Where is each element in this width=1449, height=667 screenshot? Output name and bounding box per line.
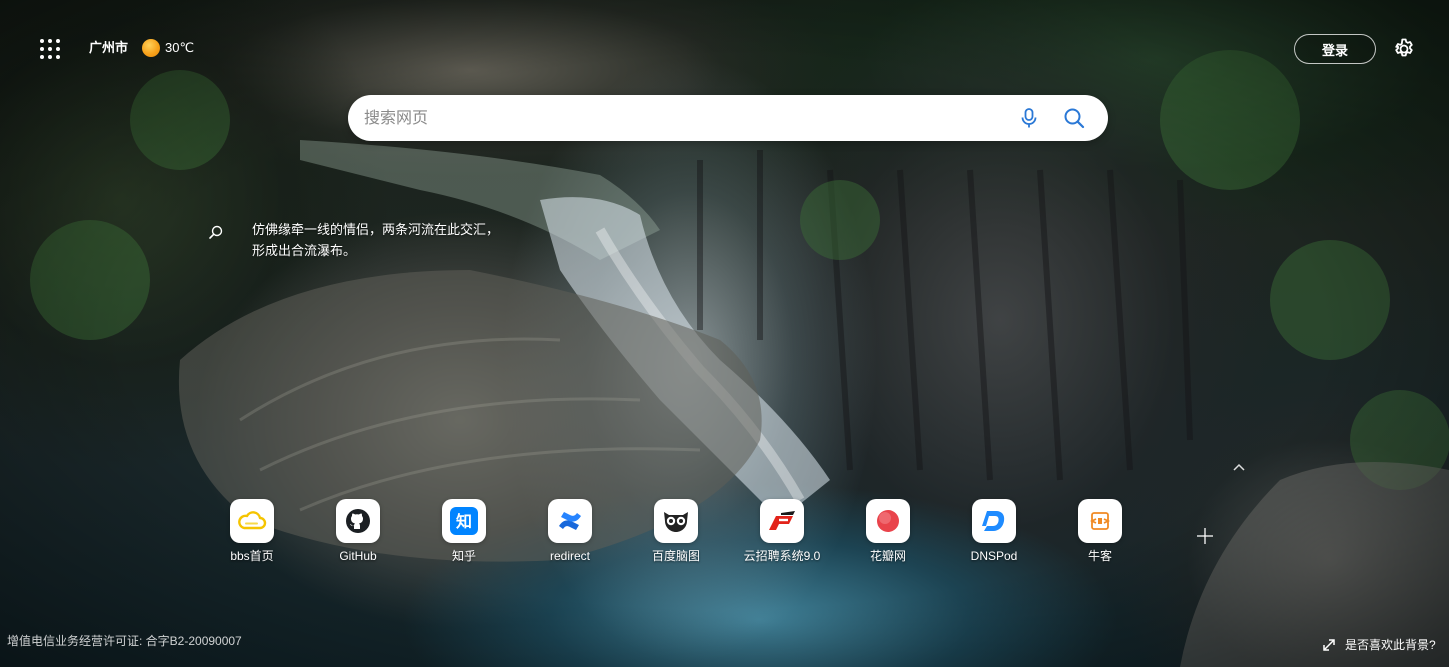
shortcut-label: 百度脑图 [651, 549, 700, 563]
shortcut-label: 云招聘系统9.0 [743, 549, 821, 563]
github-icon [336, 499, 380, 543]
microphone-icon[interactable] [1018, 107, 1040, 129]
shortcut-bbs[interactable]: bbs首页 [218, 499, 286, 569]
confluence-icon [548, 499, 592, 543]
magnifier-icon-graphic [209, 225, 223, 239]
shortcut-nowcoder[interactable]: 牛客 [1066, 499, 1134, 569]
owl-logo-graphic [664, 512, 688, 532]
shortcut-label: 知乎 [451, 549, 476, 563]
shortcut-label: GitHub [339, 549, 377, 563]
gear-icon[interactable] [1392, 37, 1416, 61]
shortcut-recruit[interactable]: 云招聘系统9.0 [744, 499, 820, 569]
zhihu-logo-graphic: 知 [450, 507, 478, 535]
dot [56, 39, 60, 43]
temperature[interactable]: 30℃ [165, 40, 194, 56]
recruit-logo-icon [760, 499, 804, 543]
huaban-icon [866, 499, 910, 543]
zhihu-icon: 知 [442, 499, 486, 543]
shortcut-label: 花瓣网 [869, 549, 906, 563]
chevron-up-icon-graphic [1233, 463, 1245, 471]
shortcut-redirect[interactable]: redirect [536, 499, 604, 569]
license-text[interactable]: 增值电信业务经营许可证: 合字B2-20090007 [7, 634, 242, 648]
photo-caption[interactable]: 仿佛缘牵一线的情侣，两条河流在此交汇，形成出合流瀑布。 [252, 219, 502, 261]
owl-icon [654, 499, 698, 543]
shortcut-zhihu[interactable]: 知 知乎 [430, 499, 498, 569]
dot [48, 55, 52, 59]
dot [40, 47, 44, 51]
search-input[interactable] [362, 95, 1006, 143]
dnspod-logo-graphic [982, 511, 1005, 531]
shortcut-label: bbs首页 [230, 549, 274, 563]
expand-icon[interactable] [1322, 638, 1336, 652]
gear-icon-graphic [1395, 38, 1413, 57]
login-button[interactable]: 登录 [1294, 34, 1376, 64]
nowcoder-icon [1078, 499, 1122, 543]
dot [48, 39, 52, 43]
chevron-up-icon[interactable] [1231, 460, 1247, 472]
shortcut-github[interactable]: GitHub [324, 499, 392, 569]
dot [56, 47, 60, 51]
search-box [348, 95, 1108, 143]
shortcut-dnspod[interactable]: DNSPod [960, 499, 1028, 569]
shortcut-baidu-naotu[interactable]: 百度脑图 [642, 499, 710, 569]
shortcut-label: 牛客 [1087, 549, 1112, 563]
apps-grid-icon[interactable] [40, 39, 60, 59]
dnspod-icon [972, 499, 1016, 543]
plus-icon-graphic [1197, 528, 1213, 544]
svg-text:知: 知 [456, 512, 472, 531]
search-icon-graphic [1064, 108, 1085, 129]
city-name[interactable]: 广州市 [89, 40, 128, 56]
dot [40, 55, 44, 59]
plus-icon[interactable] [1196, 527, 1214, 545]
shortcut-huaban[interactable]: 花瓣网 [854, 499, 922, 569]
cloud-logo-icon [230, 499, 274, 543]
dot [40, 39, 44, 43]
background-feedback-link[interactable]: 是否喜欢此背景? [1345, 638, 1436, 652]
image-search-icon[interactable] [208, 224, 224, 240]
dot [48, 47, 52, 51]
cloud-logo-graphic [238, 511, 267, 530]
shortcut-label: redirect [549, 549, 590, 563]
microphone-icon-graphic [1021, 108, 1037, 128]
nowcoder-logo-graphic [1089, 512, 1111, 530]
confluence-logo-graphic [559, 512, 581, 530]
sun-icon[interactable] [142, 39, 160, 57]
shortcut-label: DNSPod [970, 549, 1018, 563]
search-icon[interactable] [1062, 106, 1086, 130]
dot [56, 55, 60, 59]
huaban-logo-graphic [877, 510, 899, 532]
recruit-logo-graphic [769, 511, 795, 530]
github-logo-graphic [346, 509, 370, 533]
expand-icon-graphic [1323, 639, 1335, 651]
